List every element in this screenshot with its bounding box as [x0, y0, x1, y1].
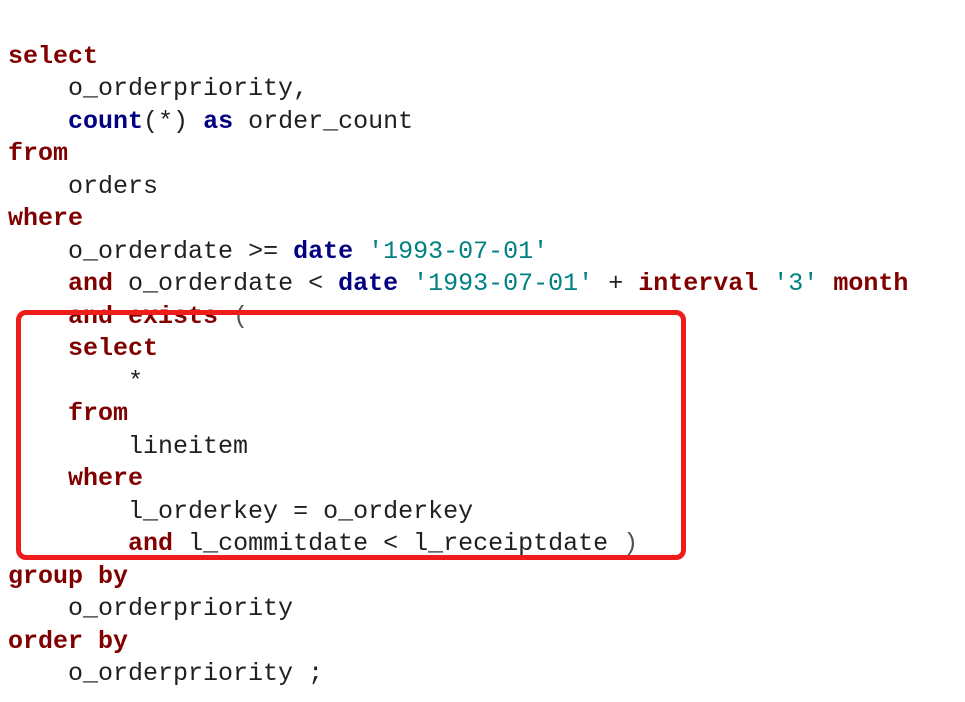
op-gte: >= — [248, 237, 278, 266]
str-d2: '1993-07-01' — [413, 269, 593, 298]
sql-code-block: select o_orderpriority, count(*) as orde… — [0, 0, 965, 702]
id-orders: orders — [68, 172, 158, 201]
kw-date2: date — [338, 269, 398, 298]
semicolon: ; — [308, 659, 323, 688]
op-lt: < — [308, 269, 323, 298]
kw-from: from — [8, 139, 68, 168]
id-o_orderpriority: o_orderpriority — [68, 74, 293, 103]
id-lineitem: lineitem — [128, 432, 248, 461]
open-paren: ( — [233, 302, 248, 331]
id-o_orderpriority3: o_orderpriority — [68, 659, 293, 688]
str-d1: '1993-07-01' — [368, 237, 548, 266]
id-o_orderkey: o_orderkey — [323, 497, 473, 526]
kw-and3: and — [128, 529, 173, 558]
kw-month: month — [833, 269, 908, 298]
id-l_receiptdate: l_receiptdate — [413, 529, 608, 558]
star: * — [128, 367, 143, 396]
kw-exists: exists — [128, 302, 218, 331]
id-l_orderkey: l_orderkey — [128, 497, 278, 526]
op-plus: + — [608, 269, 623, 298]
op-eq: = — [293, 497, 308, 526]
kw-as: as — [203, 107, 233, 136]
kw-from2: from — [68, 399, 128, 428]
id-l_commitdate: l_commitdate — [188, 529, 368, 558]
kw-where2: where — [68, 464, 143, 493]
comma: , — [293, 74, 308, 103]
close-paren: ) — [623, 529, 638, 558]
kw-select2: select — [68, 334, 158, 363]
op-lt2: < — [383, 529, 398, 558]
id-o_orderdate2: o_orderdate — [128, 269, 293, 298]
kw-order-by: order by — [8, 627, 128, 656]
kw-date: date — [293, 237, 353, 266]
kw-count: count — [68, 107, 143, 136]
alias-order_count: order_count — [248, 107, 413, 136]
kw-select: select — [8, 42, 98, 71]
kw-and2: and — [68, 302, 113, 331]
kw-group-by: group by — [8, 562, 128, 591]
kw-interval: interval — [638, 269, 758, 298]
id-o_orderpriority2: o_orderpriority — [68, 594, 293, 623]
str-three: '3' — [773, 269, 818, 298]
kw-where: where — [8, 204, 83, 233]
id-o_orderdate: o_orderdate — [68, 237, 233, 266]
count-args: (*) — [143, 107, 188, 136]
kw-and: and — [68, 269, 113, 298]
